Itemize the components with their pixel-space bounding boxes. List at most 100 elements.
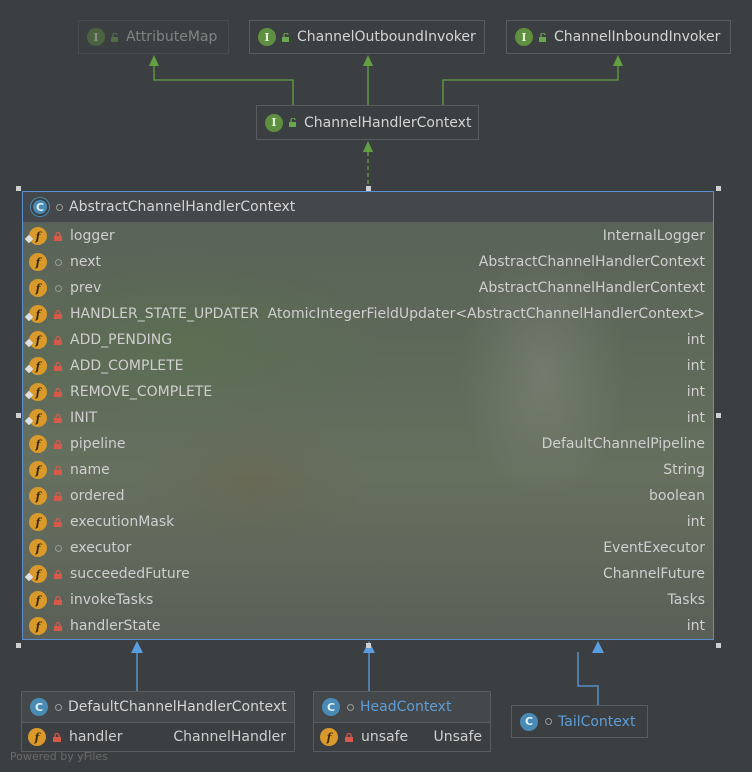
class-headcontext-node[interactable]: C HeadContext f unsafe Unsafe — [313, 691, 491, 752]
edge-tail-to-abstract — [577, 652, 599, 705]
private-lock-icon — [54, 569, 62, 579]
field-name: next — [70, 254, 102, 270]
field-type: AbstractChannelHandlerContext — [478, 254, 705, 270]
selection-handle[interactable] — [716, 413, 721, 418]
open-lock-icon — [539, 32, 546, 42]
private-lock-icon — [54, 621, 62, 631]
field-row[interactable]: f INIT int — [23, 405, 713, 431]
field-name: executor — [70, 540, 132, 556]
field-name: REMOVE_COMPLETE — [70, 384, 213, 400]
field-icon: f — [29, 383, 47, 401]
selection-handle[interactable] — [366, 186, 371, 191]
class-icon: C — [322, 698, 340, 716]
field-row[interactable]: f succeededFuture ChannelFuture — [23, 561, 713, 587]
field-type: Unsafe — [433, 729, 482, 745]
private-lock-icon — [54, 387, 62, 397]
field-name: HANDLER_STATE_UPDATER — [70, 306, 259, 322]
field-type: boolean — [649, 488, 705, 504]
field-row[interactable]: f logger InternalLogger — [23, 223, 713, 249]
selection-handle[interactable] — [16, 643, 21, 648]
arrowhead-context — [363, 141, 373, 152]
field-type: int — [686, 514, 705, 530]
field-name: logger — [70, 228, 115, 244]
edge-to-attributemap — [153, 60, 294, 105]
package-private-icon — [545, 718, 552, 725]
abstract-class-icon: C — [31, 198, 49, 216]
field-name: handlerState — [70, 618, 161, 634]
field-type: int — [686, 410, 705, 426]
interface-channelinboundinvoker-node[interactable]: I ChannelInboundInvoker — [506, 20, 731, 54]
field-icon: f — [29, 279, 47, 297]
field-list: f logger InternalLogger f next AbstractChanne… — [23, 223, 713, 639]
class-name[interactable]: TailContext — [558, 714, 635, 730]
field-icon: f — [29, 409, 47, 427]
field-icon: f — [320, 728, 338, 746]
field-icon: f — [29, 227, 47, 245]
interface-name: AttributeMap — [126, 29, 218, 45]
package-private-icon — [55, 258, 62, 266]
selection-handle[interactable] — [716, 186, 721, 191]
field-row[interactable]: f ordered boolean — [23, 483, 713, 509]
field-type: AbstractChannelHandlerContext — [478, 280, 705, 296]
field-name: executionMask — [70, 514, 175, 530]
interface-attributemap-node[interactable]: I AttributeMap — [78, 20, 229, 54]
field-icon: f — [29, 539, 47, 557]
field-icon: f — [29, 487, 47, 505]
interface-channelhandlercontext-node[interactable]: I ChannelHandlerContext — [256, 105, 479, 140]
field-name: ordered — [70, 488, 125, 504]
field-icon: f — [29, 435, 47, 453]
interface-icon: I — [515, 28, 533, 46]
interface-icon: I — [265, 113, 283, 132]
field-row[interactable]: f executionMask int — [23, 509, 713, 535]
interface-channeloutboundinvoker-node[interactable]: I ChannelOutboundInvoker — [249, 20, 485, 54]
selection-handle[interactable] — [366, 643, 371, 648]
field-name: ADD_COMPLETE — [70, 358, 184, 374]
field-row[interactable]: f ADD_COMPLETE int — [23, 353, 713, 379]
package-private-icon — [347, 703, 354, 711]
private-lock-icon — [54, 309, 62, 319]
field-row[interactable]: f REMOVE_COMPLETE int — [23, 379, 713, 405]
field-type: DefaultChannelPipeline — [541, 436, 705, 452]
private-lock-icon — [54, 439, 62, 449]
field-name: INIT — [70, 410, 98, 426]
field-icon: f — [29, 357, 47, 375]
field-row[interactable]: f executor EventExecutor — [23, 535, 713, 561]
private-lock-icon — [54, 465, 62, 475]
field-row[interactable]: f next AbstractChannelHandlerContext — [23, 249, 713, 275]
field-icon: f — [29, 617, 47, 635]
open-lock-icon — [289, 118, 296, 127]
field-name: pipeline — [70, 436, 126, 452]
selection-handle[interactable] — [16, 186, 21, 191]
field-icon: f — [29, 461, 47, 479]
class-abstractchannelhandlercontext-node[interactable]: C AbstractChannelHandlerContext f logger I… — [22, 191, 714, 640]
class-name[interactable]: HeadContext — [360, 699, 451, 715]
field-name: ADD_PENDING — [70, 332, 173, 348]
field-icon: f — [29, 591, 47, 609]
field-row[interactable]: f HANDLER_STATE_UPDATER AtomicIntegerField… — [23, 301, 713, 327]
field-row[interactable]: f pipeline DefaultChannelPipeline — [23, 431, 713, 457]
class-name: DefaultChannelHandlerContext — [68, 699, 287, 715]
class-tailcontext-node[interactable]: C TailContext — [511, 705, 648, 738]
selection-handle[interactable] — [716, 643, 721, 648]
field-type: Tasks — [667, 592, 705, 608]
field-row[interactable]: f invokeTasks Tasks — [23, 587, 713, 613]
field-type: AtomicIntegerFieldUpdater<AbstractChanne… — [267, 306, 705, 322]
field-type: int — [686, 384, 705, 400]
private-lock-icon — [345, 732, 353, 742]
arrowhead-default — [131, 641, 143, 653]
field-row[interactable]: f ADD_PENDING int — [23, 327, 713, 353]
class-defaultchannelhandlercontext-node[interactable]: C DefaultChannelHandlerContext f handler… — [21, 691, 295, 752]
field-icon: f — [29, 513, 47, 531]
selection-handle[interactable] — [16, 413, 21, 418]
field-row[interactable]: f handlerState int — [23, 613, 713, 639]
private-lock-icon — [54, 361, 62, 371]
class-icon: C — [30, 698, 48, 716]
private-lock-icon — [54, 517, 62, 527]
field-row[interactable]: f name String — [23, 457, 713, 483]
edge-to-inboundinvoker — [442, 60, 619, 105]
class-icon: C — [520, 712, 538, 731]
package-private-icon — [55, 544, 62, 552]
field-name: invokeTasks — [70, 592, 154, 608]
field-row[interactable]: f prev AbstractChannelHandlerContext — [23, 275, 713, 301]
interface-name: ChannelOutboundInvoker — [297, 29, 476, 45]
